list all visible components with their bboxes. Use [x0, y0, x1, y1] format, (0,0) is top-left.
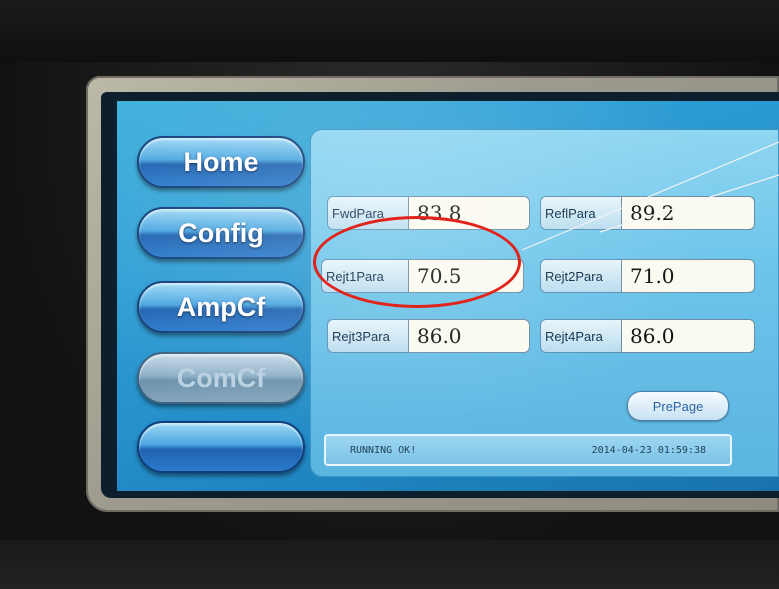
callout-line-lower	[599, 174, 779, 233]
callout-line-upper	[521, 141, 779, 251]
callout-lines	[521, 141, 779, 251]
